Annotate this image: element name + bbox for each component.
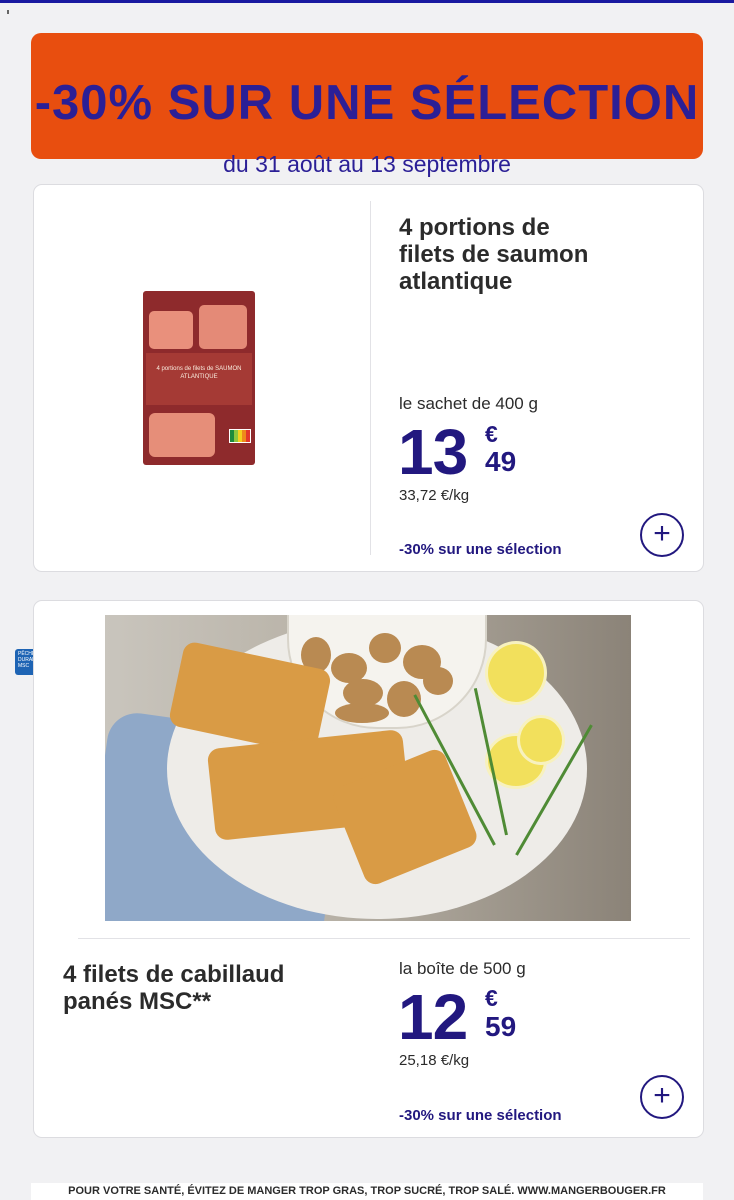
plus-icon: +	[653, 1079, 671, 1112]
price-integer: 13	[398, 416, 468, 488]
price-currency: €	[485, 421, 498, 447]
plus-icon: +	[653, 517, 671, 550]
price-per-kg: 25,18 €/kg	[399, 1052, 470, 1069]
product-card-cod[interactable]: 4 filets de cabillaud panés MSC** la boî…	[33, 600, 704, 1138]
price-integer: 12	[398, 981, 468, 1053]
product-title: 4 portions de filets de saumon atlantiqu…	[399, 214, 589, 295]
price-per-kg: 33,72 €/kg	[399, 487, 470, 504]
price-decimal: 49	[485, 446, 517, 477]
nutriscore-icon	[229, 429, 251, 443]
promo-label: -30% sur une sélection	[399, 541, 562, 558]
promo-banner-title: -30% SUR UNE SÉLECTION	[34, 76, 700, 130]
status-marker	[7, 10, 9, 14]
promo-label: -30% sur une sélection	[399, 1107, 562, 1124]
price-decimal: 59	[485, 1011, 517, 1042]
card-divider	[370, 201, 371, 555]
top-accent-line	[0, 0, 734, 3]
cod-fillets-photo	[105, 615, 631, 921]
add-to-cart-button[interactable]: +	[640, 513, 684, 557]
product-quantity: le sachet de 400 g	[399, 394, 538, 413]
promo-banner: -30% SUR UNE SÉLECTION du 31 août au 13 …	[31, 33, 703, 176]
price-currency: €	[485, 985, 498, 1011]
health-footer: POUR VOTRE SANTÉ, ÉVITEZ DE MANGER TROP …	[31, 1183, 703, 1200]
product-quantity: la boîte de 500 g	[399, 959, 526, 978]
salmon-package-image: 4 portions de filets de SAUMON ATLANTIQU…	[143, 291, 255, 465]
card-divider	[78, 938, 690, 939]
package-label: 4 portions de filets de SAUMON ATLANTIQU…	[146, 353, 252, 405]
product-card-salmon[interactable]: 4 portions de filets de SAUMON ATLANTIQU…	[33, 184, 704, 572]
product-title: 4 filets de cabillaud panés MSC**	[63, 961, 285, 1015]
add-to-cart-button[interactable]: +	[640, 1075, 684, 1119]
promo-banner-dates: du 31 août au 13 septembre	[223, 151, 511, 177]
